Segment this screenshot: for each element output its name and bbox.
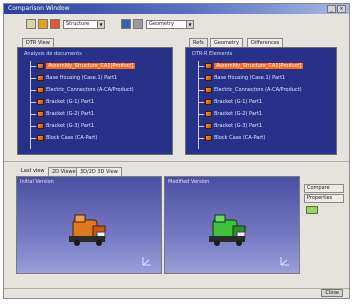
tree-branch (198, 102, 204, 103)
part-icon (37, 111, 44, 117)
tree-node-label: Electric_Connectors (A-CA/Product) (214, 87, 302, 93)
right-model[interactable] (205, 212, 255, 248)
tree-node-label: Bracket (G-1) Part1 (214, 99, 263, 105)
tree-node-label: Assembly_Structure_CA1[Product] (46, 63, 136, 69)
tree-node-label: Base Housing (Case.1) Part1 (46, 75, 118, 81)
compass-icon[interactable] (141, 255, 153, 267)
tab-3d-view[interactable]: 3D/2D 3D View (76, 167, 122, 176)
right-viewport-label: Modified Version (168, 179, 210, 185)
right-viewport[interactable]: Modified Version (164, 176, 300, 274)
tree-branch (30, 66, 36, 67)
tree-node[interactable]: Bracket (G-1) Part1 (37, 98, 94, 106)
tab-geometry[interactable]: Geometry (210, 38, 243, 47)
tree-branch (198, 126, 204, 127)
part-icon (37, 75, 44, 81)
close-button[interactable]: Close (321, 289, 343, 297)
tree-node[interactable]: Bracket (G-3) Part1 (37, 122, 94, 130)
compare-icon[interactable] (50, 19, 60, 29)
tree-branch (30, 138, 36, 139)
tree-node[interactable]: Electric_Connectors (A-CA/Product) (37, 86, 134, 94)
tree-node[interactable]: Bracket (G-1) Part1 (205, 98, 262, 106)
apply-icon[interactable] (306, 206, 318, 214)
tree-connector (30, 61, 31, 149)
tree-node-label: Assembly_Structure_CA1[Product] (214, 63, 304, 69)
part-icon (205, 99, 212, 105)
part-icon (205, 75, 212, 81)
selection-icon[interactable] (133, 19, 143, 29)
title-bar[interactable]: Comparison Window _ × (4, 4, 349, 14)
left-model[interactable] (65, 212, 115, 248)
tree-node[interactable]: Electric_Connectors (A-CA/Product) (205, 86, 302, 94)
tree-node-label: Base Housing (Case.1) Part1 (214, 75, 286, 81)
tree-node[interactable]: Base Housing (Case.1) Part1 (205, 74, 285, 82)
status-bar: Close (4, 288, 349, 298)
toolbar: Structure ▼ Geometry ▼ (4, 16, 349, 34)
tree-node[interactable]: Block Case (CA-Part) (205, 134, 265, 142)
tree-node-label: Electric_Connectors (A-CA/Product) (46, 87, 134, 93)
tree-branch (198, 90, 204, 91)
tree-node-label: Bracket (G-3) Part1 (46, 123, 95, 129)
chevron-down-icon: ▼ (186, 21, 193, 28)
product-icon (37, 87, 44, 93)
tree-node-label: Bracket (G-2) Part1 (46, 111, 95, 117)
tree-branch (198, 66, 204, 67)
window-title: Comparison Window (8, 5, 70, 12)
new-icon[interactable] (26, 19, 36, 29)
tree-node-label: Bracket (G-1) Part1 (46, 99, 95, 105)
right-tree-root: DTR-R Elements (192, 51, 233, 57)
open-icon[interactable] (38, 19, 48, 29)
tree-branch (198, 114, 204, 115)
minimize-button[interactable]: _ (327, 5, 336, 13)
compass-icon[interactable] (279, 255, 291, 267)
tree-node[interactable]: Block Case (CA-Part) (37, 134, 97, 142)
part-icon (205, 135, 212, 141)
tree-node[interactable]: Base Housing (Case.1) Part1 (37, 74, 117, 82)
tree-node-label: Block Case (CA-Part) (46, 135, 98, 141)
product-icon (205, 63, 212, 69)
comparison-window: Comparison Window _ × Structure ▼ Geomet… (3, 3, 350, 299)
tree-node[interactable]: Bracket (G-2) Part1 (205, 110, 262, 118)
tree-node-label: Bracket (G-2) Part1 (214, 111, 263, 117)
chevron-down-icon: ▼ (97, 21, 104, 28)
close-window-button[interactable]: × (337, 5, 346, 13)
part-icon (205, 111, 212, 117)
left-tree-root: Analysis de documents (24, 51, 82, 57)
left-viewport[interactable]: Initial Version (16, 176, 162, 274)
product-icon (205, 87, 212, 93)
tree-node[interactable]: Bracket (G-2) Part1 (37, 110, 94, 118)
left-tree-panel: Analysis de documents Assembly_Structure… (17, 47, 173, 155)
tab-refs[interactable]: Refs (189, 38, 208, 47)
tree-branch (30, 102, 36, 103)
tree-branch (30, 126, 36, 127)
properties-button[interactable]: Properties (304, 194, 344, 203)
tree-connector (198, 61, 199, 149)
tree-node[interactable]: Bracket (G-3) Part1 (205, 122, 262, 130)
tree-node[interactable]: Assembly_Structure_CA1[Product] (37, 62, 136, 70)
right-tree-panel: DTR-R Elements Assembly_Structure_CA1[Pr… (185, 47, 337, 155)
left-viewport-label: Initial Version (20, 179, 54, 185)
tree-node-label: Bracket (G-3) Part1 (214, 123, 263, 129)
filter-icon[interactable] (121, 19, 131, 29)
tab-dtr-view[interactable]: DTR View (22, 38, 54, 47)
tree-branch (30, 90, 36, 91)
tab-differences[interactable]: Differences (247, 38, 284, 47)
part-icon (37, 99, 44, 105)
tree-node[interactable]: Assembly_Structure_CA1[Product] (205, 62, 304, 70)
structure-combo-value: Structure (66, 21, 90, 27)
tab-last-view[interactable]: Last view (18, 167, 48, 176)
tree-node-label: Block Case (CA-Part) (214, 135, 266, 141)
part-icon (205, 123, 212, 129)
compare-button[interactable]: Compare (304, 184, 344, 193)
tree-branch (198, 78, 204, 79)
structure-combo[interactable]: Structure ▼ (63, 20, 105, 29)
tree-branch (198, 138, 204, 139)
panel-separator[interactable] (4, 161, 349, 162)
tree-branch (30, 114, 36, 115)
tree-branch (30, 78, 36, 79)
part-icon (37, 123, 44, 129)
geometry-combo[interactable]: Geometry ▼ (146, 20, 194, 29)
geometry-combo-value: Geometry (149, 21, 174, 27)
part-icon (37, 135, 44, 141)
product-icon (37, 63, 44, 69)
